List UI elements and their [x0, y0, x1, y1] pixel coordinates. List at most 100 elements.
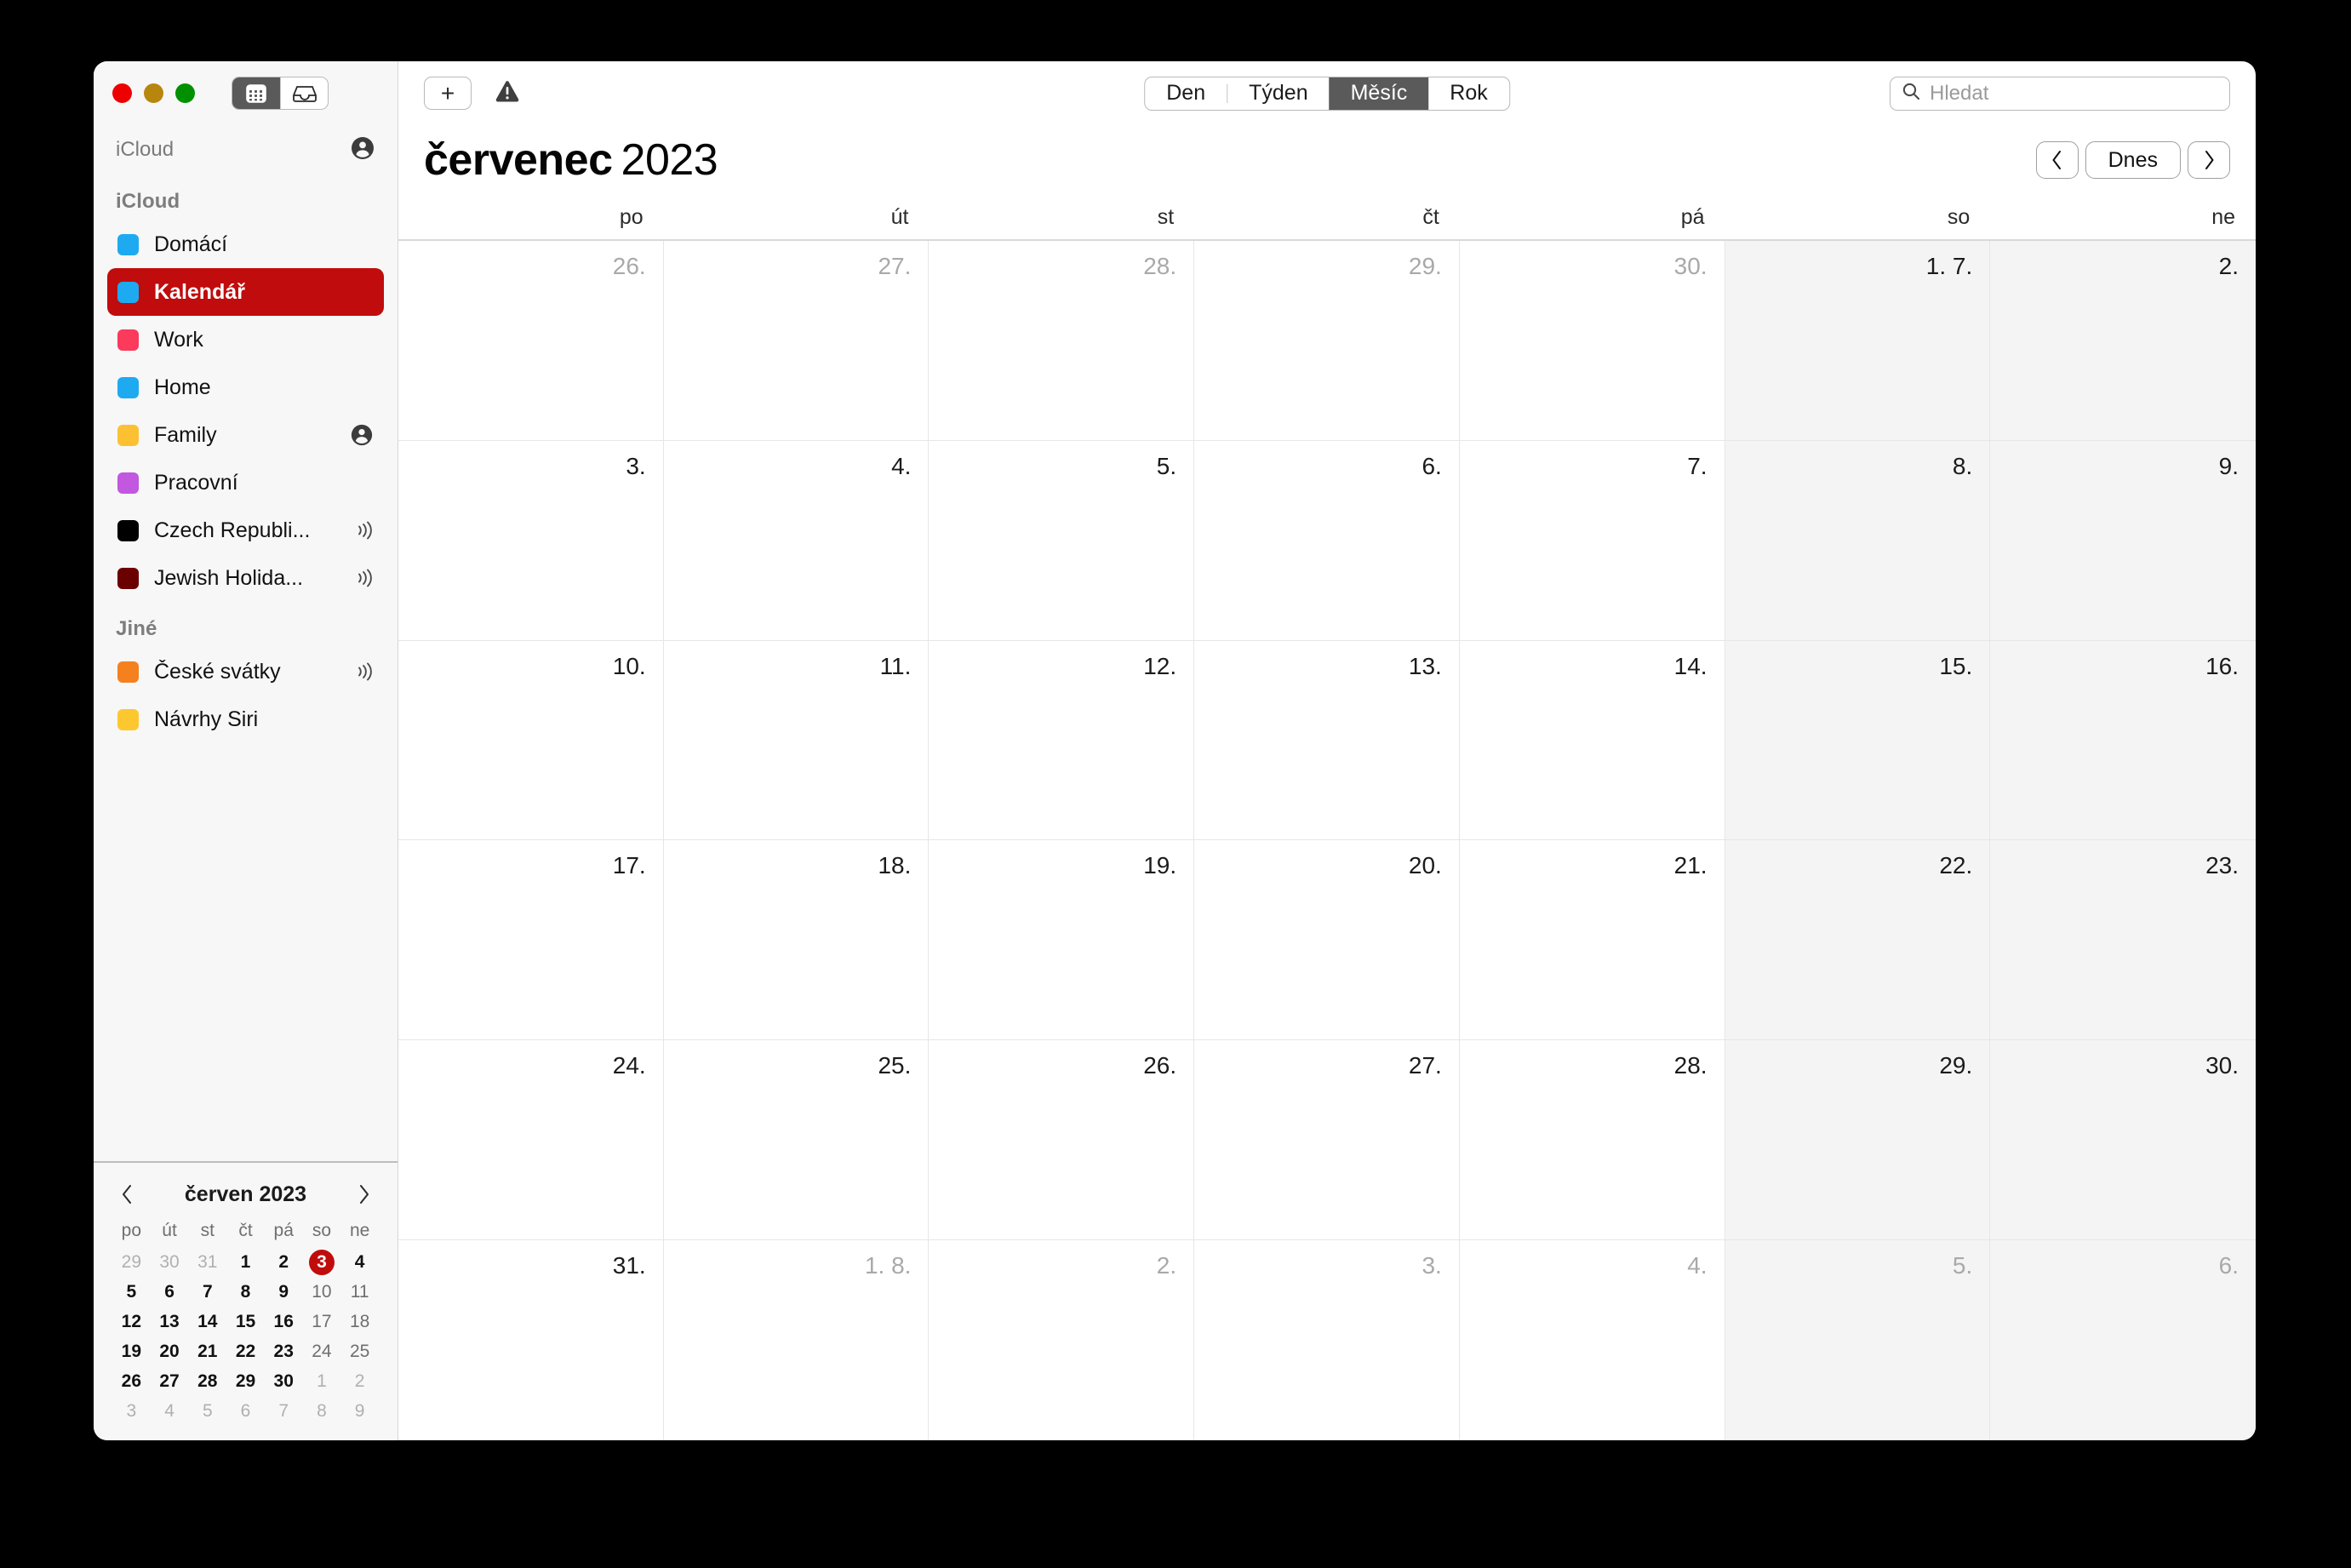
mini-calendar-day[interactable]: 28 [188, 1367, 226, 1395]
mini-calendar-day[interactable]: 9 [265, 1278, 303, 1306]
mini-calendar-day[interactable]: 5 [112, 1278, 151, 1306]
calendar-color-swatch[interactable] [117, 661, 139, 683]
mini-calendar-day[interactable]: 29 [226, 1367, 265, 1395]
calendar-list-item[interactable]: Czech Republi... [107, 506, 384, 554]
day-cell[interactable]: 20. [1194, 840, 1460, 1041]
day-cell[interactable]: 27. [1194, 1040, 1460, 1241]
mini-calendar-day[interactable]: 19 [112, 1337, 151, 1365]
day-cell[interactable]: 16. [1990, 640, 2256, 841]
add-event-button[interactable]: + [424, 77, 472, 110]
mini-calendar-day[interactable]: 20 [151, 1337, 189, 1365]
day-cell[interactable]: 26. [929, 1040, 1195, 1241]
day-cell[interactable]: 3. [398, 440, 664, 641]
mini-calendar-day[interactable]: 13 [151, 1308, 189, 1336]
calendar-color-swatch[interactable] [117, 567, 139, 589]
day-cell[interactable]: 30. [1459, 241, 1725, 441]
view-segment-den[interactable]: Den [1145, 77, 1227, 110]
view-segmented-control[interactable]: Den Týden Měsíc Rok [1144, 76, 1510, 111]
day-cell[interactable]: 11. [663, 640, 930, 841]
day-cell[interactable]: 30. [1990, 1040, 2256, 1241]
minimize-button[interactable] [144, 83, 163, 103]
day-cell[interactable]: 14. [1459, 640, 1725, 841]
day-cell[interactable]: 4. [663, 440, 930, 641]
day-cell[interactable]: 21. [1459, 840, 1725, 1041]
zoom-button[interactable] [175, 83, 195, 103]
mini-calendar-day[interactable]: 7 [265, 1397, 303, 1425]
view-mode-toggle[interactable] [232, 77, 329, 110]
calendar-list-item[interactable]: České svátky [107, 648, 384, 695]
account-circle-icon[interactable] [350, 135, 375, 165]
day-cell[interactable]: 26. [398, 241, 664, 441]
mini-calendar-day[interactable]: 8 [303, 1397, 341, 1425]
mini-calendar-day[interactable]: 10 [303, 1278, 341, 1306]
mini-calendar-day[interactable]: 4 [340, 1248, 379, 1276]
day-cell[interactable]: 1. 7. [1725, 241, 1991, 441]
search-field[interactable] [1890, 76, 2230, 111]
calendar-list-item[interactable]: Home [107, 363, 384, 411]
mini-calendar-day[interactable]: 1 [303, 1367, 341, 1395]
previous-month-button[interactable] [2035, 141, 2079, 179]
calendar-color-swatch[interactable] [117, 472, 139, 494]
day-cell[interactable]: 28. [1459, 1040, 1725, 1241]
day-cell[interactable]: 19. [929, 840, 1195, 1041]
mini-calendar-today[interactable]: 3 [303, 1248, 341, 1276]
mini-calendar-day[interactable]: 21 [188, 1337, 226, 1365]
day-cell[interactable]: 25. [663, 1040, 930, 1241]
day-cell[interactable]: 4. [1459, 1240, 1725, 1440]
day-cell[interactable]: 12. [929, 640, 1195, 841]
day-cell[interactable]: 7. [1459, 440, 1725, 641]
calendar-list-item[interactable]: Pracovní [107, 459, 384, 506]
view-segment-měsíc[interactable]: Měsíc [1329, 77, 1429, 110]
mini-calendar-day[interactable]: 6 [226, 1397, 265, 1425]
calendar-color-swatch[interactable] [117, 376, 139, 398]
day-cell[interactable]: 2. [1990, 241, 2256, 441]
calendar-list-item[interactable]: Návrhy Siri [107, 695, 384, 743]
mini-calendar-day[interactable]: 25 [340, 1337, 379, 1365]
day-cell[interactable]: 18. [663, 840, 930, 1041]
day-cell[interactable]: 13. [1194, 640, 1460, 841]
day-cell[interactable]: 1. 8. [663, 1240, 930, 1440]
mini-calendar-day[interactable]: 15 [226, 1308, 265, 1336]
calendar-list-item[interactable]: Work [107, 316, 384, 363]
day-cell[interactable]: 23. [1990, 840, 2256, 1041]
next-month-button[interactable] [2188, 141, 2230, 179]
mini-calendar-day[interactable]: 22 [226, 1337, 265, 1365]
mini-calendar-day[interactable]: 16 [265, 1308, 303, 1336]
calendar-color-swatch[interactable] [117, 424, 139, 446]
day-cell[interactable]: 9. [1990, 440, 2256, 641]
mini-calendar-day[interactable]: 24 [303, 1337, 341, 1365]
mini-calendar-day[interactable]: 9 [340, 1397, 379, 1425]
day-cell[interactable]: 2. [929, 1240, 1195, 1440]
alert-button[interactable] [489, 77, 526, 111]
calendar-list-item[interactable]: Jewish Holida... [107, 554, 384, 602]
day-cell[interactable]: 31. [398, 1240, 664, 1440]
mini-calendar-day[interactable]: 7 [188, 1278, 226, 1306]
mini-calendar-day[interactable]: 29 [112, 1248, 151, 1276]
inbox-view-icon[interactable] [280, 77, 328, 109]
calendar-list-item[interactable]: Family [107, 411, 384, 459]
day-cell[interactable]: 6. [1990, 1240, 2256, 1440]
mini-calendar-day[interactable]: 18 [340, 1308, 379, 1336]
day-cell[interactable]: 24. [398, 1040, 664, 1241]
calendar-color-swatch[interactable] [117, 519, 139, 541]
mini-calendar-day[interactable]: 2 [265, 1248, 303, 1276]
mini-calendar-day[interactable]: 27 [151, 1367, 189, 1395]
mini-calendar-day[interactable]: 4 [151, 1397, 189, 1425]
day-cell[interactable]: 5. [929, 440, 1195, 641]
calendar-view-icon[interactable] [232, 77, 280, 109]
mini-calendar-day[interactable]: 8 [226, 1278, 265, 1306]
mini-calendar-day[interactable]: 17 [303, 1308, 341, 1336]
mini-calendar-day[interactable]: 3 [112, 1397, 151, 1425]
day-cell[interactable]: 17. [398, 840, 664, 1041]
calendar-color-swatch[interactable] [117, 329, 139, 351]
day-cell[interactable]: 22. [1725, 840, 1991, 1041]
mini-calendar-day[interactable]: 26 [112, 1367, 151, 1395]
mini-calendar-day[interactable]: 1 [226, 1248, 265, 1276]
day-cell[interactable]: 10. [398, 640, 664, 841]
day-cell[interactable]: 5. [1725, 1240, 1991, 1440]
mini-calendar-day[interactable]: 31 [188, 1248, 226, 1276]
day-cell[interactable]: 29. [1725, 1040, 1991, 1241]
calendar-list-item[interactable]: Domácí [107, 220, 384, 268]
mini-calendar-day[interactable]: 12 [112, 1308, 151, 1336]
mini-calendar-day[interactable]: 30 [151, 1248, 189, 1276]
